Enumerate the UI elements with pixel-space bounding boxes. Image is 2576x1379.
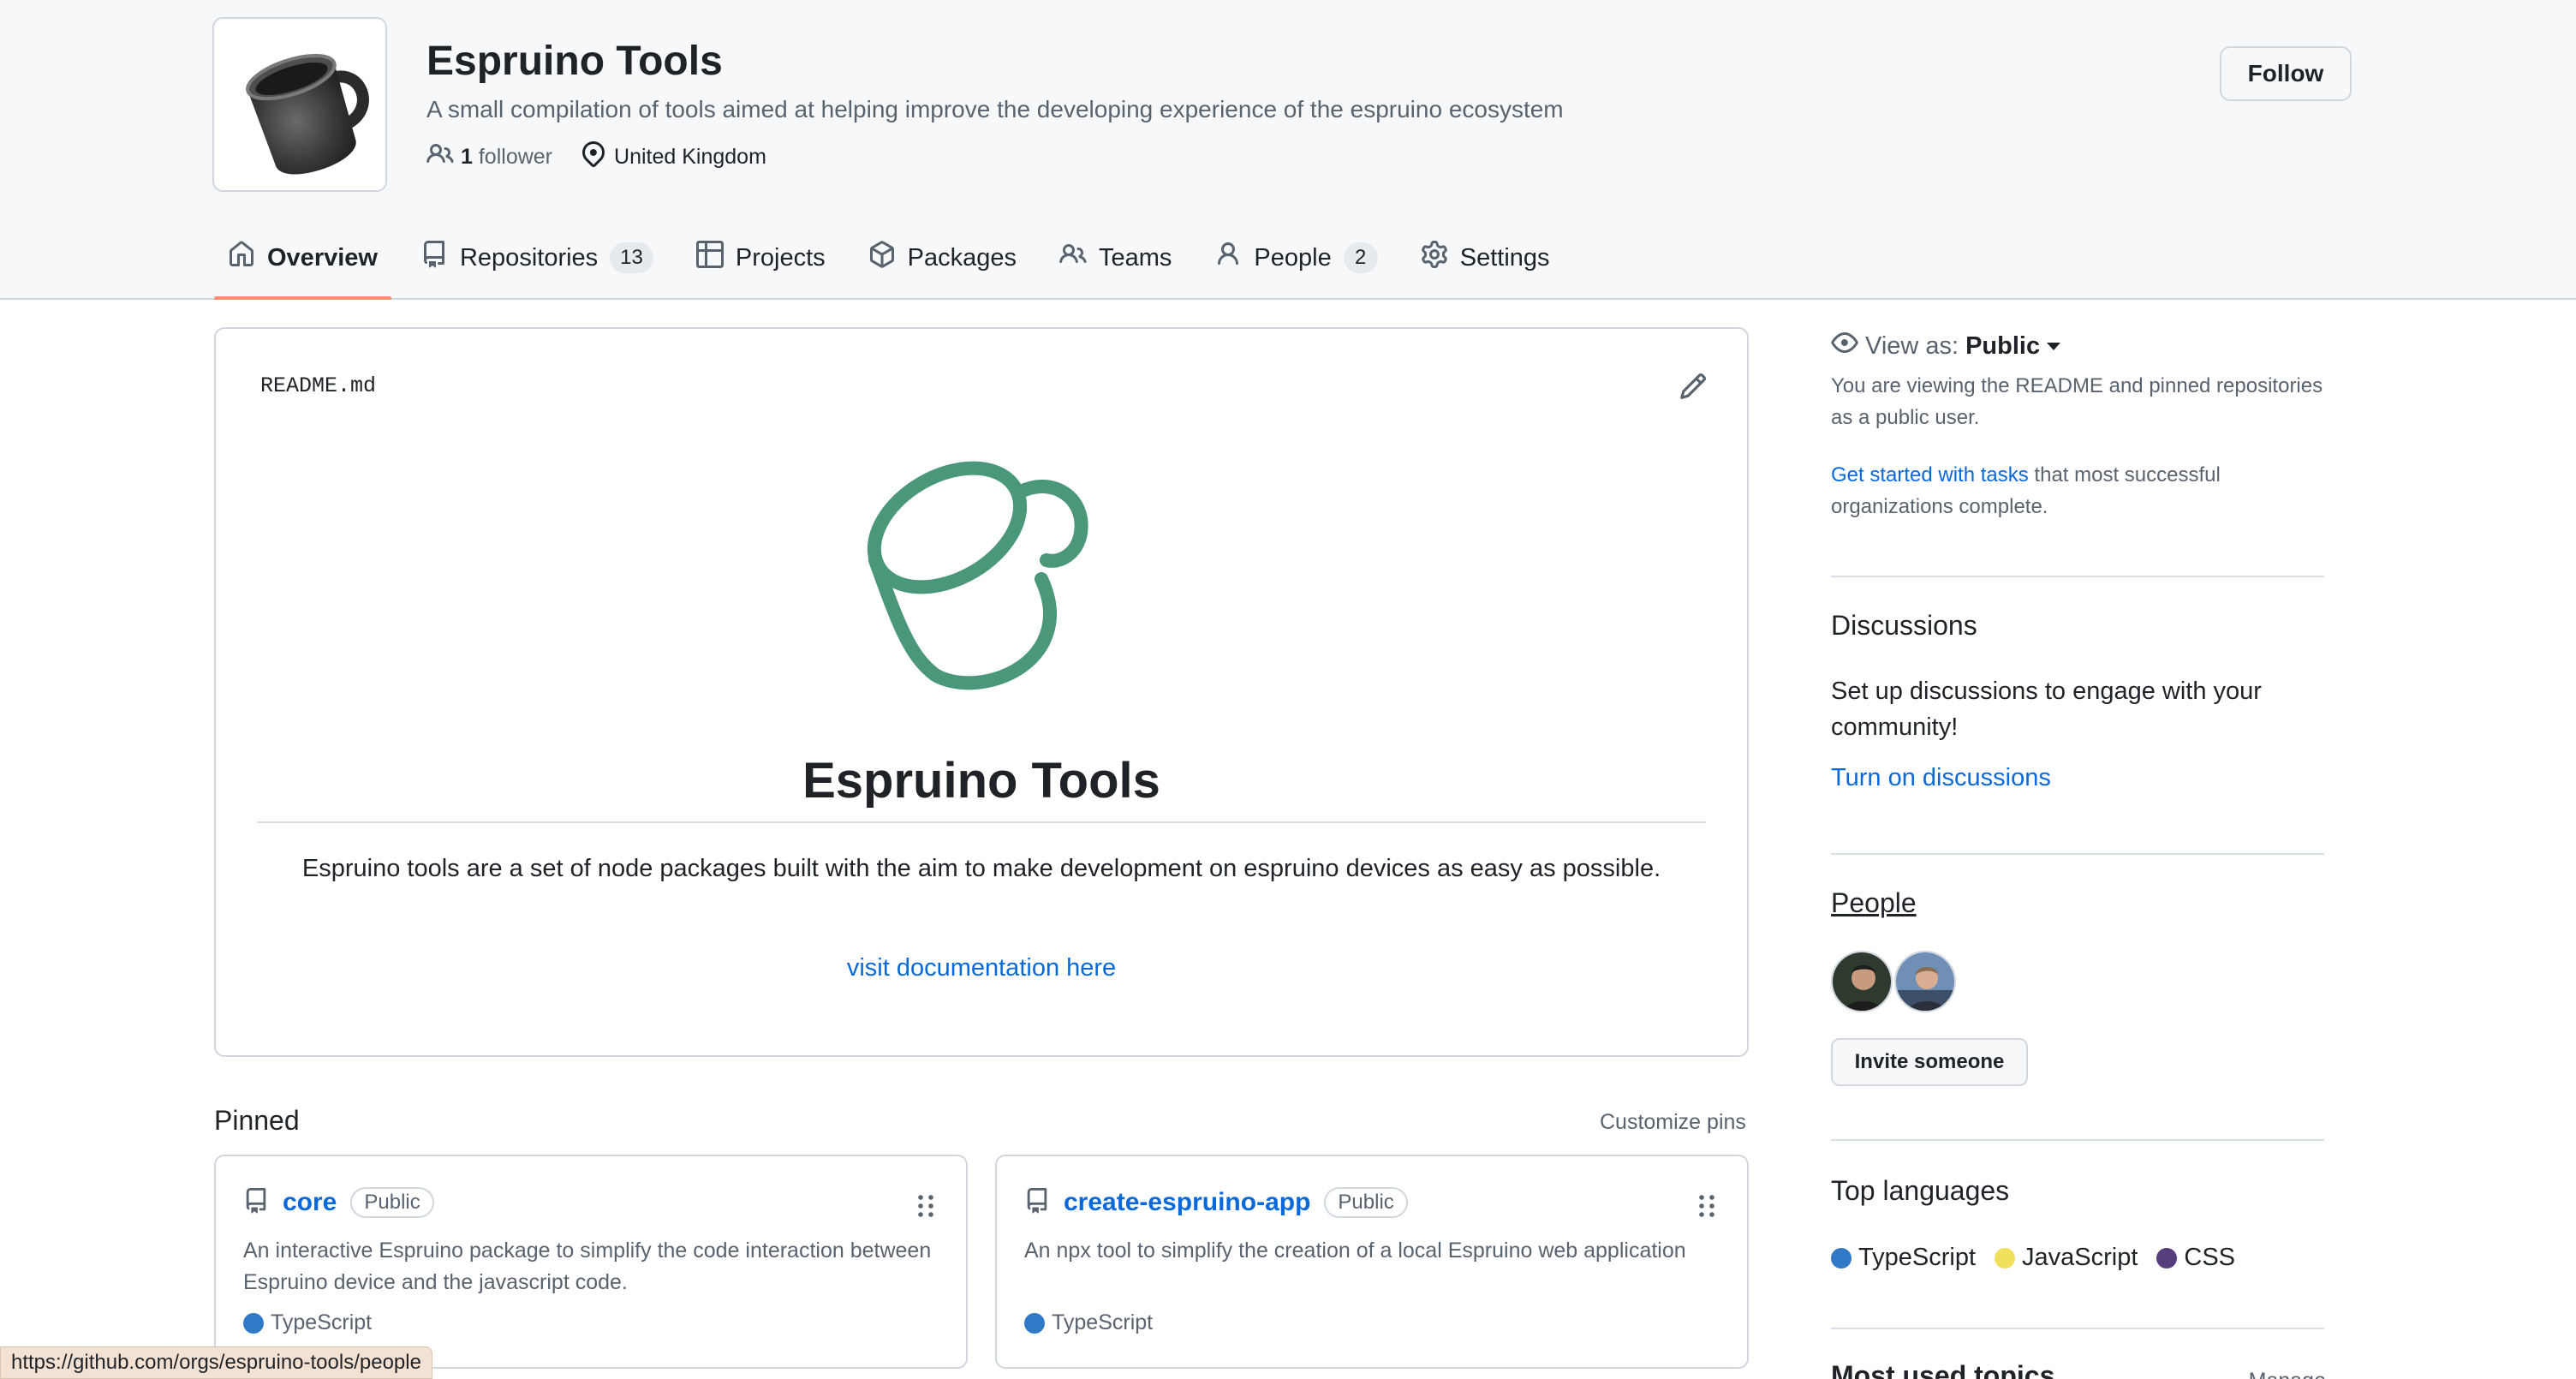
tab-label: Overview bbox=[267, 243, 378, 272]
manage-topics-link[interactable]: Manage bbox=[2249, 1369, 2326, 1379]
language-name: JavaScript bbox=[2022, 1244, 2138, 1271]
caret-down-icon bbox=[2047, 342, 2061, 350]
pencil-icon[interactable] bbox=[1679, 372, 1708, 405]
tab-label: Packages bbox=[907, 243, 1017, 272]
most-used-topics-header: Most used topics Manage bbox=[1831, 1360, 2326, 1379]
language-item[interactable]: TypeScript bbox=[1831, 1244, 1976, 1272]
person-icon bbox=[1214, 241, 1254, 275]
followers-link[interactable]: 1 follower bbox=[426, 140, 552, 174]
follow-button[interactable]: Follow bbox=[2220, 46, 2352, 101]
tab-people[interactable]: People 2 bbox=[1201, 236, 1391, 279]
location: United Kingdom bbox=[580, 140, 766, 174]
language-name: TypeScript bbox=[1052, 1310, 1154, 1334]
repo-description: An npx tool to simplify the creation of … bbox=[1024, 1239, 1686, 1263]
pinned-repo-header: create-espruino-app Public bbox=[1024, 1187, 1408, 1218]
people-count: 2 bbox=[1343, 242, 1378, 273]
tab-repositories[interactable]: Repositories 13 bbox=[407, 236, 667, 279]
repositories-count: 13 bbox=[610, 242, 653, 273]
tab-packages[interactable]: Packages bbox=[855, 236, 1030, 279]
invite-someone-button[interactable]: Invite someone bbox=[1831, 1038, 2028, 1086]
eye-icon bbox=[1831, 329, 1865, 363]
org-name: Espruino Tools bbox=[426, 39, 723, 84]
repo-icon bbox=[1024, 1187, 1064, 1218]
top-languages-heading: Top languages bbox=[1831, 1175, 2010, 1206]
tab-settings[interactable]: Settings bbox=[1407, 236, 1564, 279]
tab-overview[interactable]: Overview bbox=[214, 236, 391, 300]
tab-label: Settings bbox=[1459, 243, 1550, 272]
avatar[interactable] bbox=[1894, 951, 1956, 1012]
tab-label: Projects bbox=[735, 243, 826, 272]
repo-language: TypeScript bbox=[243, 1310, 372, 1335]
repo-description: An interactive Espruino package to simpl… bbox=[243, 1239, 932, 1294]
language-color-dot bbox=[1831, 1247, 1852, 1269]
pinned-repo-card: create-espruino-app Public An npx tool t… bbox=[995, 1155, 1749, 1369]
view-as-description: You are viewing the README and pinned re… bbox=[1831, 374, 2323, 429]
language-name: TypeScript bbox=[271, 1310, 373, 1334]
repo-name-link[interactable]: create-espruino-app bbox=[1064, 1188, 1310, 1217]
divider bbox=[1831, 1139, 2324, 1141]
status-bar-url: https://github.com/orgs/espruino-tools/p… bbox=[0, 1346, 432, 1379]
people-heading-link[interactable]: People bbox=[1831, 887, 2324, 919]
discussions-text: Set up discussions to engage with your c… bbox=[1831, 678, 2262, 741]
readme-card: README.md Espruino Tools Espruino tools … bbox=[214, 327, 1749, 1057]
get-started-tasks-link[interactable]: Get started with tasks bbox=[1831, 463, 2029, 487]
location-text: United Kingdom bbox=[614, 144, 766, 169]
view-as-label: View as: bbox=[1865, 331, 1959, 360]
tab-label: Teams bbox=[1099, 243, 1172, 272]
org-avatar[interactable] bbox=[212, 17, 387, 192]
mug-logo-icon bbox=[853, 451, 1110, 712]
pinned-repo-header: core Public bbox=[243, 1187, 434, 1218]
divider bbox=[1831, 1328, 2324, 1329]
table-icon bbox=[695, 241, 736, 275]
language-color-dot bbox=[243, 1312, 264, 1334]
view-as-value: Public bbox=[1965, 331, 2041, 360]
tab-teams[interactable]: Teams bbox=[1046, 236, 1185, 279]
customize-pins-link[interactable]: Customize pins bbox=[1600, 1110, 1746, 1135]
tasks-text: Get started with tasks that most success… bbox=[1831, 459, 2324, 522]
language-color-dot bbox=[1024, 1312, 1045, 1334]
people-icon bbox=[1059, 241, 1099, 275]
location-icon bbox=[580, 140, 614, 174]
readme-paragraph: Espruino tools are a set of node package… bbox=[301, 855, 1661, 882]
discussions-heading: Discussions bbox=[1831, 610, 1977, 641]
pinned-heading: Pinned bbox=[214, 1105, 300, 1136]
pinned-repo-card: core Public An interactive Espruino pack… bbox=[214, 1155, 968, 1369]
followers-label: follower bbox=[478, 144, 553, 169]
org-nav-tabs: Overview Repositories 13 Projects Packag… bbox=[214, 236, 1579, 300]
visibility-badge: Public bbox=[350, 1187, 434, 1218]
tab-label: Repositories bbox=[459, 243, 599, 272]
turn-on-discussions-link[interactable]: Turn on discussions bbox=[1831, 764, 2324, 792]
view-as-selector[interactable]: View as: Public bbox=[1831, 329, 2324, 363]
repo-name-link[interactable]: core bbox=[283, 1188, 337, 1217]
followers-count: 1 bbox=[461, 144, 473, 169]
drag-handle-icon[interactable] bbox=[1697, 1194, 1716, 1222]
repo-language: TypeScript bbox=[1024, 1310, 1153, 1335]
topics-heading: Most used topics bbox=[1831, 1360, 2055, 1379]
documentation-link[interactable]: visit documentation here bbox=[216, 954, 1747, 982]
repo-icon bbox=[420, 241, 460, 275]
language-color-dot bbox=[2156, 1247, 2178, 1269]
divider bbox=[1831, 853, 2324, 855]
tab-projects[interactable]: Projects bbox=[683, 236, 839, 279]
readme-filename: README.md bbox=[260, 373, 377, 398]
org-description: A small compilation of tools aimed at he… bbox=[426, 96, 1564, 122]
gear-icon bbox=[1421, 241, 1460, 275]
language-name: CSS bbox=[2184, 1244, 2236, 1271]
people-icon bbox=[426, 140, 461, 174]
top-languages-list: TypeScript JavaScript CSS bbox=[1831, 1244, 2254, 1272]
avatar[interactable] bbox=[1831, 951, 1893, 1012]
home-icon bbox=[228, 241, 267, 275]
drag-handle-icon[interactable] bbox=[916, 1194, 935, 1222]
tab-label: People bbox=[1254, 243, 1332, 272]
org-meta: 1 follower United Kingdom bbox=[426, 140, 794, 174]
language-item[interactable]: JavaScript bbox=[1995, 1244, 2138, 1272]
language-name: TypeScript bbox=[1858, 1244, 1976, 1271]
visibility-badge: Public bbox=[1324, 1187, 1408, 1218]
language-color-dot bbox=[1995, 1247, 2015, 1269]
divider bbox=[1831, 576, 2324, 577]
package-icon bbox=[868, 241, 908, 275]
repo-icon bbox=[243, 1187, 283, 1218]
language-item[interactable]: CSS bbox=[2156, 1244, 2235, 1272]
readme-heading: Espruino Tools bbox=[257, 752, 1706, 823]
